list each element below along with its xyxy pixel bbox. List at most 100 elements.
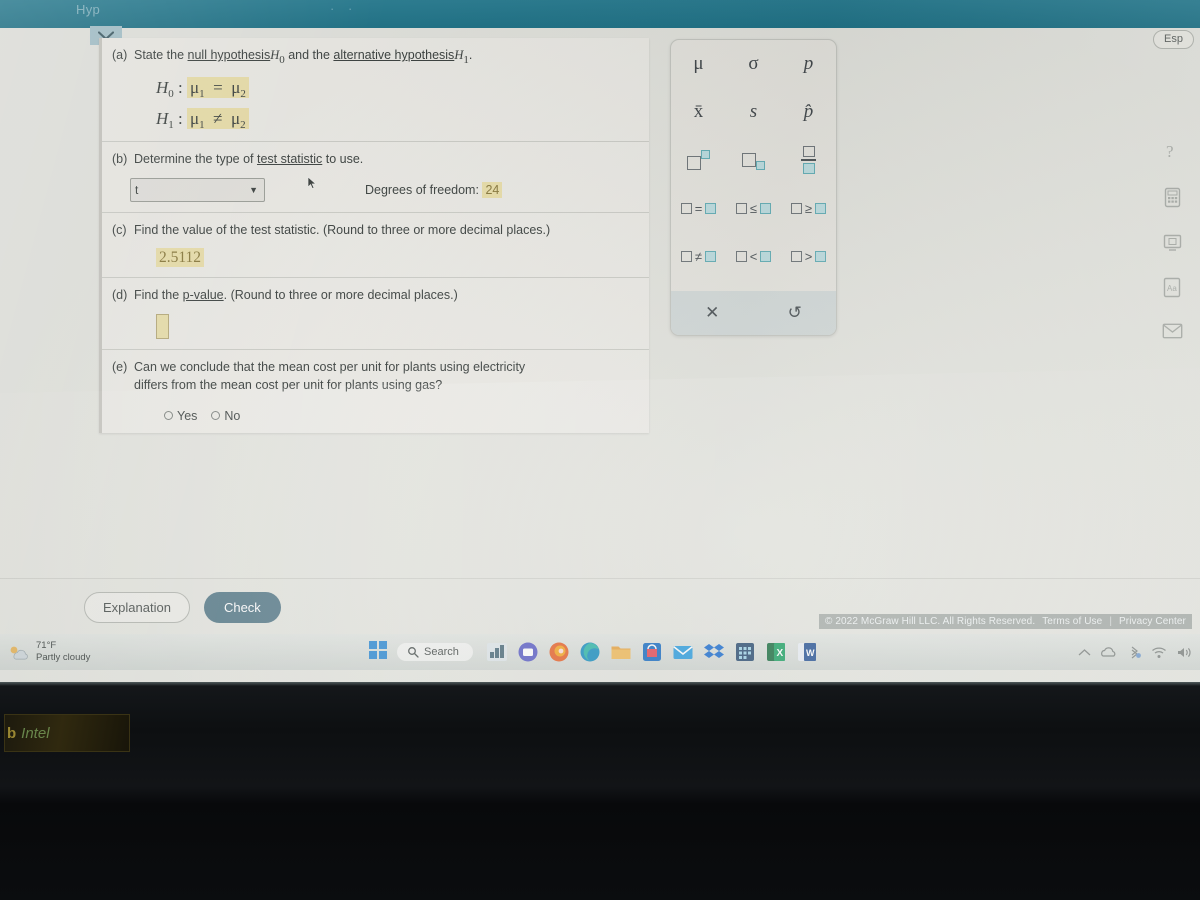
equals-key[interactable]: = <box>671 184 726 232</box>
conclusion-option-yes[interactable]: Yes <box>164 409 197 423</box>
laptop-body <box>0 682 1200 900</box>
not-equal-key[interactable]: ≠ <box>671 232 726 280</box>
part-b-text-1: Determine the type of <box>134 151 257 166</box>
part-b-controls: t ▼ Degrees of freedom: 24 <box>130 178 639 203</box>
part-a-text-2: and the <box>284 48 334 62</box>
terms-of-use-link[interactable]: Terms of Use <box>1042 616 1102 627</box>
p-value-input[interactable] <box>156 314 169 340</box>
fraction-bar-icon <box>801 159 816 161</box>
taskbar-app-dropbox[interactable] <box>703 641 725 663</box>
alternative-hypothesis-link[interactable]: alternative hypothesis <box>333 48 454 62</box>
mu-key[interactable]: μ <box>671 40 726 88</box>
conclusion-option-no[interactable]: No <box>211 409 240 423</box>
right-box-icon <box>815 250 827 262</box>
p-key[interactable]: p <box>781 40 836 88</box>
conclusion-option-no-label: No <box>224 408 241 423</box>
privacy-center-link[interactable]: Privacy Center <box>1119 616 1186 627</box>
left-box-icon <box>680 202 692 214</box>
h0-colon: : <box>178 77 183 97</box>
svg-text:X: X <box>776 648 783 659</box>
h1-mu2: μ <box>230 108 241 128</box>
h0-answer-field[interactable]: μ1 = μ2 <box>187 76 249 100</box>
reference-monitor-icon[interactable] <box>1163 233 1182 257</box>
part-a-period: . <box>468 48 473 62</box>
less-equal-key[interactable]: ≤ <box>726 184 781 232</box>
message-envelope-icon[interactable] <box>1162 323 1183 344</box>
taskbar-app-word[interactable]: W <box>796 641 818 663</box>
h1-answer-field[interactable]: μ1 ≠ μ2 <box>187 107 249 131</box>
copyright-text: © 2022 McGraw Hill LLC. All Rights Reser… <box>825 616 1036 627</box>
left-box-icon <box>735 250 747 262</box>
taskbar-app-calendar[interactable] <box>734 641 756 663</box>
taskbar-app-teams[interactable] <box>517 641 539 663</box>
tray-bluetooth-icon[interactable] <box>1127 646 1142 659</box>
p-value-link[interactable]: p-value <box>183 288 224 302</box>
part-b-text-2: to use. <box>322 151 364 166</box>
less-than-key[interactable]: < <box>726 232 781 280</box>
p-hat-key[interactable]: p̂ <box>781 88 836 136</box>
taskbar-app-mail[interactable] <box>672 641 694 663</box>
taskbar-app-firefox[interactable] <box>548 641 570 663</box>
taskbar-app-store[interactable] <box>641 641 663 663</box>
test-statistic-select[interactable]: t ▼ <box>130 178 265 203</box>
calculator-icon[interactable] <box>1164 187 1181 213</box>
conclusion-radio-group: Yes No <box>164 409 639 423</box>
part-e-prompt: (e) Can we conclude that the mean cost pe… <box>112 358 639 394</box>
glossary-icon[interactable]: Aa <box>1163 277 1181 303</box>
taskbar-apps: Search X W <box>368 640 818 665</box>
taskbar-app-edge[interactable] <box>579 641 601 663</box>
laptop-hinge <box>0 682 1200 686</box>
question-part-d: (d) Find the p-value. (Round to three or … <box>102 278 649 351</box>
part-a-h1-symbol: H <box>454 48 464 62</box>
subscript-key[interactable] <box>726 136 781 184</box>
taskbar-search-box[interactable]: Search <box>397 643 473 661</box>
tray-wifi-icon[interactable] <box>1151 646 1167 659</box>
h0-lhs-sub: 0 <box>168 87 174 100</box>
question-part-c: (c) Find the value of the test statistic.… <box>102 213 649 279</box>
check-button[interactable]: Check <box>203 592 281 623</box>
sigma-key[interactable]: σ <box>726 40 781 88</box>
taskbar-app-explorer[interactable] <box>486 641 508 663</box>
s-key[interactable]: s <box>726 88 781 136</box>
part-a-prompt: (a) State the null hypothesisH0 and the a… <box>112 46 639 69</box>
tray-expand-icon[interactable] <box>1078 648 1091 657</box>
tray-onedrive-icon[interactable] <box>1100 646 1118 658</box>
laptop-screen: Hyp · · Esp ? Aa (a) State the null hypo… <box>0 0 1200 682</box>
part-c-tag: (c) <box>112 223 127 238</box>
test-statistic-link[interactable]: test statistic <box>257 152 322 166</box>
taskbar-app-file-explorer[interactable] <box>610 641 632 663</box>
language-toggle-button[interactable]: Esp <box>1153 30 1194 49</box>
help-icon[interactable]: ? <box>1162 140 1182 167</box>
null-hypothesis-link[interactable]: null hypothesis <box>188 48 271 62</box>
taskbar-start-button[interactable] <box>368 640 388 665</box>
undo-key[interactable]: ↺ <box>754 291 837 335</box>
fraction-glyph <box>801 146 816 174</box>
not-equal-glyph: ≠ <box>694 248 703 264</box>
fraction-key[interactable] <box>781 136 836 184</box>
svg-text:?: ? <box>1166 142 1174 161</box>
app-header-band: Hyp · · <box>0 0 1200 28</box>
x-bar-key[interactable]: x̄ <box>671 88 726 136</box>
less-equal-glyph: ≤ <box>749 200 758 216</box>
superscript-key[interactable] <box>671 136 726 184</box>
test-statistic-answer[interactable]: 2.5112 <box>156 248 205 268</box>
taskbar-weather-widget[interactable]: 71°F Partly cloudy <box>8 640 168 664</box>
explanation-button[interactable]: Explanation <box>84 592 190 623</box>
h1-mu1: μ <box>190 108 200 128</box>
h0-mu1-sub: 1 <box>199 87 205 100</box>
clear-key[interactable]: ✕ <box>671 291 754 335</box>
greater-than-key[interactable]: > <box>781 232 836 280</box>
h0-mu2-sub: 2 <box>240 87 246 100</box>
app-title: Hyp <box>76 2 101 17</box>
left-box-icon <box>735 202 747 214</box>
degrees-of-freedom-value[interactable]: 24 <box>482 182 503 199</box>
taskbar-app-excel[interactable]: X <box>765 641 787 663</box>
test-statistic-answer-wrap: 2.5112 <box>156 248 639 268</box>
h1-operator: ≠ <box>213 108 223 128</box>
tray-volume-icon[interactable] <box>1176 646 1192 659</box>
chevron-down-icon: ▼ <box>249 185 258 196</box>
greater-equal-key[interactable]: ≥ <box>781 184 836 232</box>
part-d-tag: (d) <box>112 288 128 303</box>
weather-temperature: 71°F <box>36 640 57 652</box>
greater-equal-glyph: ≥ <box>804 200 813 216</box>
